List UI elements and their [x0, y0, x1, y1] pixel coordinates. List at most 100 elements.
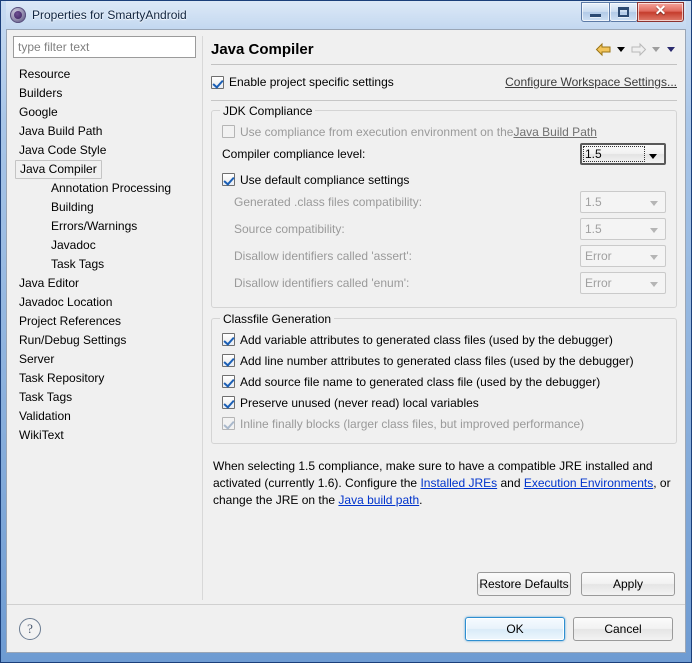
sidebar-item-task-repository[interactable]: Task Repository: [15, 369, 196, 388]
view-menu-icon[interactable]: [667, 46, 675, 52]
apply-button[interactable]: Apply: [581, 572, 675, 596]
ok-button[interactable]: OK: [465, 616, 565, 641]
jdk-compliance-fields: Generated .class files compatibility: 1.5…: [222, 190, 666, 295]
chevron-down-icon: [650, 255, 658, 260]
jdk-field-row: Disallow identifiers called 'assert': Err…: [222, 244, 666, 268]
jdk-field-label: Disallow identifiers called 'assert':: [234, 249, 412, 263]
sidebar-item-resource[interactable]: Resource: [15, 65, 196, 84]
checkbox-box: [222, 354, 235, 367]
sidebar-item-validation[interactable]: Validation: [15, 407, 196, 426]
dialog-buttons: OK Cancel: [465, 616, 673, 641]
restore-defaults-button[interactable]: Restore Defaults: [477, 572, 571, 596]
sidebar-item-server[interactable]: Server: [15, 350, 196, 369]
sidebar-item-annotation-processing[interactable]: Annotation Processing: [15, 179, 196, 198]
sidebar-item-building[interactable]: Building: [15, 198, 196, 217]
cancel-button[interactable]: Cancel: [573, 616, 673, 641]
jdk-field-row: Disallow identifiers called 'enum': Error: [222, 271, 666, 295]
configure-workspace-settings-link[interactable]: Configure Workspace Settings...: [505, 75, 677, 89]
installed-jres-link[interactable]: Installed JREs: [420, 476, 497, 490]
sidebar-item-builders[interactable]: Builders: [15, 84, 196, 103]
classfile-option-label: Preserve unused (never read) local varia…: [240, 395, 479, 410]
restore-defaults-label: Restore Defaults: [479, 577, 569, 591]
sidebar-item-java-build-path[interactable]: Java Build Path: [15, 122, 196, 141]
java-build-path-link-2[interactable]: Java build path: [338, 493, 419, 507]
sidebar-item-label: Google: [19, 105, 58, 119]
sidebar-item-java-editor[interactable]: Java Editor: [15, 274, 196, 293]
classfile-option-label: Add variable attributes to generated cla…: [240, 332, 613, 347]
use-default-compliance-checkbox[interactable]: Use default compliance settings: [222, 169, 666, 190]
help-glyph: ?: [27, 620, 33, 636]
checkbox-box: [222, 396, 235, 409]
enable-project-specific-checkbox[interactable]: Enable project specific settings: [211, 75, 394, 89]
java-build-path-link[interactable]: Java Build Path: [513, 125, 596, 139]
settings-tree[interactable]: Resource Builders Google Java Build Path Jav…: [13, 65, 196, 604]
compliance-info-text: When selecting 1.5 compliance, make sure…: [213, 458, 675, 509]
sidebar-item-task-tags[interactable]: Task Tags: [15, 255, 196, 274]
sidebar-item-label: Java Build Path: [19, 124, 103, 138]
sidebar-item-label: Javadoc: [51, 238, 96, 252]
maximize-button[interactable]: [609, 2, 638, 22]
classfile-option-label: Add line number attributes to generated …: [240, 353, 634, 368]
page-action-buttons: Restore Defaults Apply: [211, 572, 677, 604]
sidebar-item-label: Project References: [19, 314, 122, 328]
filter-input[interactable]: [13, 36, 196, 58]
info-part-4: .: [419, 493, 423, 507]
info-part-2: and: [497, 476, 524, 490]
jdk-field-row: Generated .class files compatibility: 1.5: [222, 190, 666, 214]
jdk-field-combo: 1.5: [580, 218, 666, 240]
sidebar-item-javadoc[interactable]: Javadoc: [15, 236, 196, 255]
minimize-icon: [590, 13, 601, 17]
chevron-down-icon: [650, 228, 658, 233]
window-title: Properties for SmartyAndroid: [32, 8, 187, 22]
chevron-down-icon: [650, 282, 658, 287]
properties-dialog-window: Properties for SmartyAndroid ✕ Resource B…: [0, 0, 692, 663]
back-arrow-icon[interactable]: [595, 42, 612, 57]
forward-arrow-icon: [631, 42, 647, 56]
compiler-compliance-level-row: Compiler compliance level: 1.5: [222, 142, 666, 166]
window-controls: ✕: [581, 2, 684, 22]
chevron-down-icon: [650, 201, 658, 206]
classfile-option-checkbox[interactable]: Add line number attributes to generated …: [222, 350, 666, 371]
close-icon: ✕: [654, 4, 667, 19]
sidebar-item-label: Errors/Warnings: [51, 219, 138, 233]
sidebar-item-java-compiler[interactable]: Java Compiler: [15, 160, 196, 179]
chevron-down-icon: [649, 154, 657, 159]
execution-environments-link[interactable]: Execution Environments: [524, 476, 653, 490]
minimize-button[interactable]: [581, 2, 610, 22]
sidebar-item-project-references[interactable]: Project References: [15, 312, 196, 331]
classfile-option-checkbox[interactable]: Add source file name to generated class …: [222, 371, 666, 392]
sidebar-item-label: Run/Debug Settings: [19, 333, 127, 347]
compiler-compliance-level-label: Compiler compliance level:: [222, 147, 366, 161]
jdk-compliance-group: JDK Compliance Use compliance from execu…: [211, 104, 677, 308]
sidebar-item-label: Annotation Processing: [51, 181, 172, 195]
checkbox-box: [222, 375, 235, 388]
sidebar-item-google[interactable]: Google: [15, 103, 196, 122]
jdk-field-combo: 1.5: [580, 191, 666, 213]
checkbox-box: [222, 417, 235, 430]
sidebar-item-javadoc-location[interactable]: Javadoc Location: [15, 293, 196, 312]
page-navigation: [595, 42, 677, 57]
jdk-field-combo: Error: [580, 272, 666, 294]
sidebar-item-run-debug-settings[interactable]: Run/Debug Settings: [15, 331, 196, 350]
help-icon[interactable]: ?: [19, 617, 41, 640]
sidebar-item-label: Task Tags: [51, 257, 105, 271]
combo-value: Error: [585, 276, 612, 290]
sidebar-item-wikitext[interactable]: WikiText: [15, 426, 196, 445]
jdk-field-combo: Error: [580, 245, 666, 267]
sidebar-item-label: Building: [51, 200, 94, 214]
sidebar-item-java-code-style[interactable]: Java Code Style: [15, 141, 196, 160]
jdk-compliance-legend: JDK Compliance: [220, 104, 316, 118]
classfile-generation-group: Classfile Generation Add variable attrib…: [211, 312, 677, 444]
classfile-option-checkbox[interactable]: Add variable attributes to generated cla…: [222, 329, 666, 350]
dialog-client-area: Resource Builders Google Java Build Path Jav…: [6, 29, 686, 653]
classfile-option-checkbox: Inline finally blocks (larger class file…: [222, 413, 666, 434]
classfile-option-checkbox[interactable]: Preserve unused (never read) local varia…: [222, 392, 666, 413]
use-execution-environment-checkbox[interactable]: Use compliance from execution environmen…: [222, 121, 666, 142]
compiler-compliance-level-combo[interactable]: 1.5: [580, 143, 666, 165]
sidebar-item-label: Builders: [19, 86, 63, 100]
back-dropdown-icon[interactable]: [617, 46, 625, 52]
sidebar-item-errors-warnings[interactable]: Errors/Warnings: [15, 217, 196, 236]
sidebar-item-task-tags[interactable]: Task Tags: [15, 388, 196, 407]
close-button[interactable]: ✕: [637, 2, 684, 22]
page-title: Java Compiler: [211, 40, 314, 58]
